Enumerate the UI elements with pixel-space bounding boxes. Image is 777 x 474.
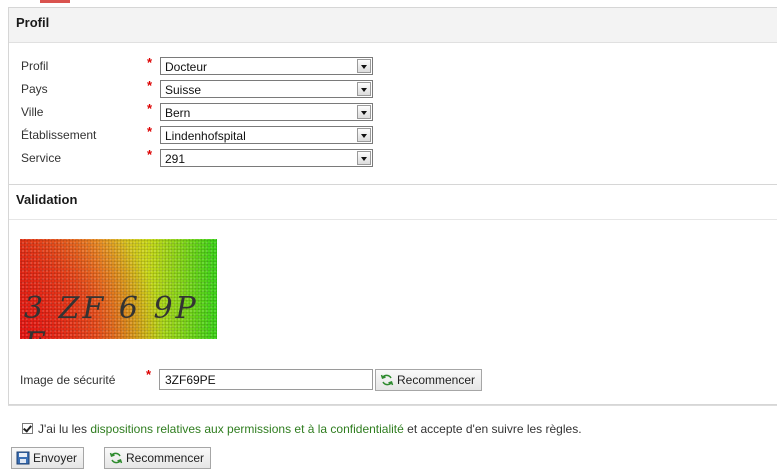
privacy-terms-link[interactable]: dispositions relatives aux permissions e… (90, 422, 404, 436)
form-footer: J'ai lu les dispositions relatives aux p… (8, 405, 777, 474)
security-code-input[interactable] (159, 369, 373, 390)
security-label: Image de sécurité (20, 373, 116, 387)
consent-checkbox[interactable] (22, 423, 33, 434)
validation-header: Validation (9, 185, 777, 220)
field-label: Profil (21, 59, 49, 73)
save-icon (16, 451, 30, 465)
chevron-down-icon[interactable] (357, 59, 371, 73)
required-marker: * (147, 124, 153, 139)
required-marker: * (146, 367, 152, 382)
button-label: Envoyer (33, 451, 78, 465)
captcha-image: 3 ZF 6 9P E (20, 239, 217, 339)
required-marker: * (147, 55, 153, 70)
service-select[interactable]: 291 (160, 149, 373, 167)
profile-panel: Profil Profil * Docteur Pays * Suisse Vi… (8, 7, 777, 185)
field-label: Établissement (21, 128, 97, 142)
etablissement-select[interactable]: Lindenhofspital (160, 126, 373, 144)
reset-form-button[interactable]: Recommencer (104, 447, 212, 469)
pays-select[interactable]: Suisse (160, 80, 373, 98)
refresh-icon (109, 452, 123, 464)
consent-prefix: J'ai lu les (38, 422, 91, 436)
consent-text: J'ai lu les dispositions relatives aux p… (38, 422, 582, 436)
reset-captcha-button[interactable]: Recommencer (375, 369, 483, 391)
field-label: Pays (21, 82, 48, 96)
chevron-down-icon[interactable] (357, 82, 371, 96)
top-accent-line (0, 0, 777, 3)
field-label: Ville (21, 105, 44, 119)
select-value: Lindenhofspital (165, 129, 246, 143)
profil-select[interactable]: Docteur (160, 57, 373, 75)
submit-button[interactable]: Envoyer (11, 447, 85, 469)
select-value: Suisse (165, 83, 202, 97)
button-label: Recommencer (126, 451, 205, 465)
field-label: Service (21, 151, 62, 165)
select-value: Docteur (165, 60, 208, 74)
profile-header: Profil (9, 8, 777, 43)
captcha-text: 3 ZF 6 9P E (24, 291, 199, 339)
chevron-down-icon[interactable] (357, 105, 371, 119)
chevron-down-icon[interactable] (357, 128, 371, 142)
required-marker: * (147, 78, 153, 93)
select-value: 291 (165, 152, 186, 166)
ville-select[interactable]: Bern (160, 103, 373, 121)
required-marker: * (147, 101, 153, 116)
required-marker: * (147, 147, 153, 162)
chevron-down-icon[interactable] (357, 151, 371, 165)
select-value: Bern (165, 106, 191, 120)
refresh-icon (380, 374, 394, 386)
consent-suffix: et accepte d'en suivre les règles. (403, 422, 582, 436)
button-label: Recommencer (397, 373, 476, 387)
